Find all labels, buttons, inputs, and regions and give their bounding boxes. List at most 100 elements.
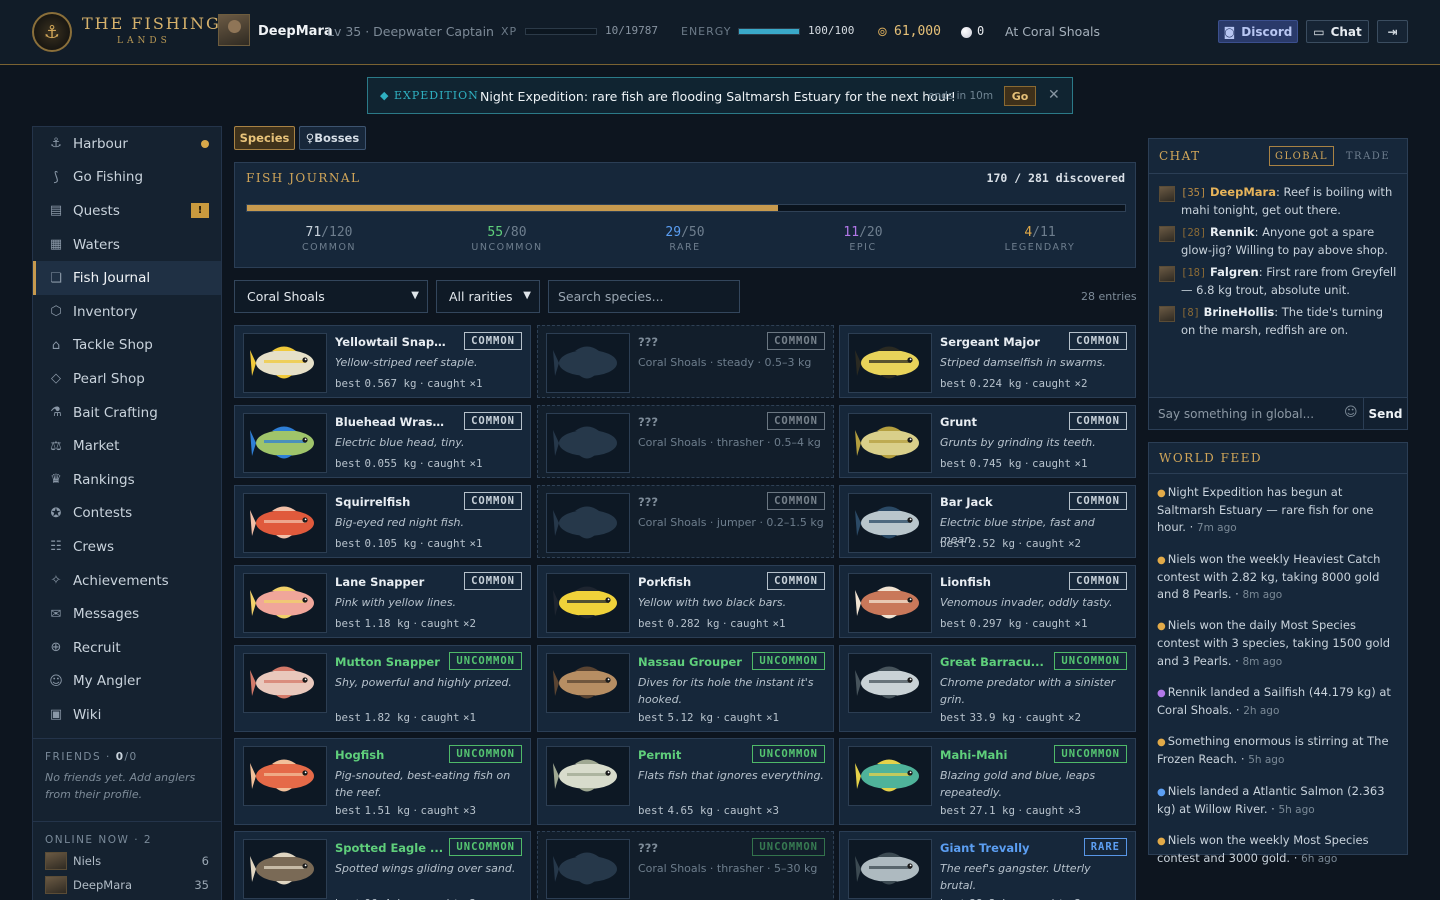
fish-name: Squirrelfish bbox=[335, 495, 411, 509]
chat-username[interactable]: DeepMara bbox=[1210, 185, 1276, 199]
sidebar-item-go-fishing[interactable]: ⟆ Go Fishing bbox=[33, 161, 221, 195]
rarity-badge: COMMON bbox=[464, 572, 522, 590]
feed-timestamp: 8m ago bbox=[1242, 589, 1283, 602]
player-name[interactable]: DeepMara bbox=[258, 24, 333, 39]
sidebar-item-market[interactable]: ⚖ Market bbox=[33, 429, 221, 463]
fish-thumbnail bbox=[546, 333, 630, 393]
sidebar: ⚓ Harbour ⟆ Go Fishing ▤ Quests! ▦ Waters ❏ Fish … bbox=[32, 126, 222, 900]
avatar[interactable] bbox=[1159, 186, 1175, 202]
fish-card[interactable]: Bluehead Wrasse COMMON Electric blue head,… bbox=[234, 405, 531, 478]
sidebar-item-wiki[interactable]: ▣ Wiki bbox=[33, 698, 221, 732]
chat-title: CHAT bbox=[1159, 149, 1201, 163]
sidebar-item-tackle-shop[interactable]: ⌂ Tackle Shop bbox=[33, 329, 221, 363]
fish-card[interactable]: Lane Snapper COMMON Pink with yellow lines… bbox=[234, 565, 531, 638]
waters-select[interactable]: Coral Shoals ▼ bbox=[234, 280, 428, 313]
rarity-select[interactable]: All rarities ▼ bbox=[436, 280, 540, 313]
discord-button[interactable]: ◙ Discord bbox=[1218, 20, 1298, 43]
rarity-badge: UNCOMMON bbox=[449, 652, 522, 670]
sidebar-item-achievements[interactable]: ✧ Achievements bbox=[33, 564, 221, 598]
expedition-go-button[interactable]: Go bbox=[1004, 86, 1036, 106]
sidebar-item-harbour[interactable]: ⚓ Harbour bbox=[33, 127, 221, 161]
fish-thumbnail bbox=[243, 653, 327, 713]
fish-card[interactable]: Grunt COMMON Grunts by grinding its teeth.… bbox=[839, 405, 1136, 478]
fish-card[interactable]: Porkfish COMMON Yellow with two black bars… bbox=[537, 565, 834, 638]
sidebar-item-rankings[interactable]: ♛ Rankings bbox=[33, 463, 221, 497]
sidebar-item-label: Achievements bbox=[73, 572, 169, 589]
fish-card-undiscovered[interactable]: ??? COMMON Coral Shoals · thrasher · 0.5–4… bbox=[537, 405, 834, 478]
sidebar-item-inventory[interactable]: ⬡ Inventory bbox=[33, 295, 221, 329]
sidebar-item-messages[interactable]: ✉ Messages bbox=[33, 597, 221, 631]
fish-card[interactable]: Mahi-Mahi UNCOMMON Blazing gold and blue, … bbox=[839, 738, 1136, 825]
emoji-icon[interactable]: ☺ bbox=[1344, 405, 1358, 420]
best-label: best bbox=[638, 711, 665, 724]
fish-description: Coral Shoals · steady · 0.5–3 kg bbox=[638, 356, 812, 369]
fish-card[interactable]: Squirrelfish COMMON Big-eyed red night fis… bbox=[234, 485, 531, 558]
fish-card-undiscovered[interactable]: ??? COMMON Coral Shoals · steady · 0.5–3 k… bbox=[537, 325, 834, 398]
chat-tab-trade[interactable]: TRADE bbox=[1343, 146, 1393, 166]
avatar[interactable] bbox=[1159, 306, 1175, 322]
sidebar-item-recruit[interactable]: ⊕ Recruit bbox=[33, 631, 221, 665]
users-icon: ☷ bbox=[50, 539, 62, 555]
fish-card[interactable]: Permit UNCOMMON Flats fish that ignores ev… bbox=[537, 738, 834, 825]
fish-thumbnail bbox=[546, 493, 630, 553]
fish-card[interactable]: Giant Trevally RARE The reef's gangster. U… bbox=[839, 831, 1136, 900]
best-weight: 27.1 kg bbox=[969, 804, 1016, 817]
fish-name: Mutton Snapper bbox=[335, 655, 440, 669]
chat-username[interactable]: BrineHollis bbox=[1204, 305, 1275, 319]
tab-species[interactable]: Species bbox=[234, 126, 295, 150]
energy-bar bbox=[738, 28, 800, 35]
chat-username[interactable]: Falgren bbox=[1210, 265, 1259, 279]
avatar[interactable] bbox=[1159, 226, 1175, 242]
fish-card[interactable]: Lionfish COMMON Venomous invader, oddly ta… bbox=[839, 565, 1136, 638]
sidebar-item-crews[interactable]: ☷ Crews bbox=[33, 530, 221, 564]
fish-thumbnail bbox=[546, 573, 630, 633]
bullet-icon: ● bbox=[1157, 786, 1166, 798]
chat-username[interactable]: Rennik bbox=[1210, 225, 1255, 239]
caught-count: ×1 bbox=[1074, 457, 1088, 470]
online-user-level: 6 bbox=[201, 853, 209, 868]
player-avatar[interactable] bbox=[218, 14, 250, 46]
tab-bosses[interactable]: ♀ Bosses bbox=[299, 126, 366, 150]
friends-count: 0 bbox=[115, 750, 125, 763]
sidebar-item-bait-crafting[interactable]: ⚗ Bait Crafting bbox=[33, 396, 221, 430]
chat-tab-global[interactable]: GLOBAL bbox=[1269, 146, 1334, 166]
fish-card-undiscovered[interactable]: ??? COMMON Coral Shoals · jumper · 0.2–1.5… bbox=[537, 485, 834, 558]
chat-button[interactable]: ▭ Chat bbox=[1306, 20, 1369, 43]
close-icon[interactable]: ✕ bbox=[1048, 87, 1060, 103]
best-label: best bbox=[940, 377, 967, 390]
fish-card[interactable]: Hogfish UNCOMMON Pig-snouted, best-eating … bbox=[234, 738, 531, 825]
chat-message-input[interactable] bbox=[1149, 398, 1337, 429]
fish-card[interactable]: Yellowtail Snapper COMMON Yellow-striped r… bbox=[234, 325, 531, 398]
best-label: best bbox=[940, 457, 967, 470]
fish-description: Big-eyed red night fish. bbox=[335, 516, 464, 529]
sidebar-item-waters[interactable]: ▦ Waters bbox=[33, 228, 221, 262]
best-label: best bbox=[940, 617, 967, 630]
fish-card-undiscovered[interactable]: ??? UNCOMMON Coral Shoals · thrasher · 5–3… bbox=[537, 831, 834, 900]
fish-card[interactable]: Sergeant Major COMMON Striped damselfish i… bbox=[839, 325, 1136, 398]
best-label: best bbox=[638, 804, 665, 817]
fish-card[interactable]: Mutton Snapper UNCOMMON Shy, powerful and … bbox=[234, 645, 531, 732]
rarity-select-value: All rarities bbox=[449, 289, 513, 304]
fish-card[interactable]: Nassau Grouper UNCOMMON Dives for its hole… bbox=[537, 645, 834, 732]
logo-emblem[interactable]: ⚓ bbox=[32, 12, 72, 52]
sidebar-item-pearl-shop[interactable]: ◇ Pearl Shop bbox=[33, 362, 221, 396]
sidebar-item-contests[interactable]: ✪ Contests bbox=[33, 497, 221, 531]
logout-button[interactable]: ⇥ bbox=[1377, 20, 1408, 43]
sidebar-item-my-angler[interactable]: ☺ My Angler bbox=[33, 665, 221, 699]
user-icon: ☺ bbox=[49, 673, 63, 689]
fish-description: Blazing gold and blue, leaps repeatedly. bbox=[940, 769, 1096, 799]
sidebar-item-quests[interactable]: ▤ Quests! bbox=[33, 194, 221, 228]
avatar[interactable] bbox=[1159, 266, 1175, 282]
fish-card[interactable]: Bar Jack COMMON Electric blue stripe, fast… bbox=[839, 485, 1136, 558]
sidebar-item-fish-journal[interactable]: ❏ Fish Journal bbox=[33, 261, 221, 295]
chat-send-button[interactable]: Send bbox=[1363, 398, 1407, 429]
rarity-stat-uncommon: 55/80 UNCOMMON bbox=[442, 225, 572, 253]
species-search-input[interactable] bbox=[548, 280, 740, 313]
rarity-badge: UNCOMMON bbox=[752, 745, 825, 763]
online-user[interactable]: Niels 6 bbox=[45, 851, 209, 870]
feed-item: ● Something enormous is stirring at The F… bbox=[1157, 734, 1389, 767]
fish-stats: best 0.224 kg · caught ×2 bbox=[940, 377, 1088, 390]
fish-card[interactable]: Spotted Eagle ... UNCOMMON Spotted wings g… bbox=[234, 831, 531, 900]
online-user[interactable]: DeepMara 35 bbox=[45, 875, 209, 894]
fish-card[interactable]: Great Barracu... UNCOMMON Chrome predator … bbox=[839, 645, 1136, 732]
